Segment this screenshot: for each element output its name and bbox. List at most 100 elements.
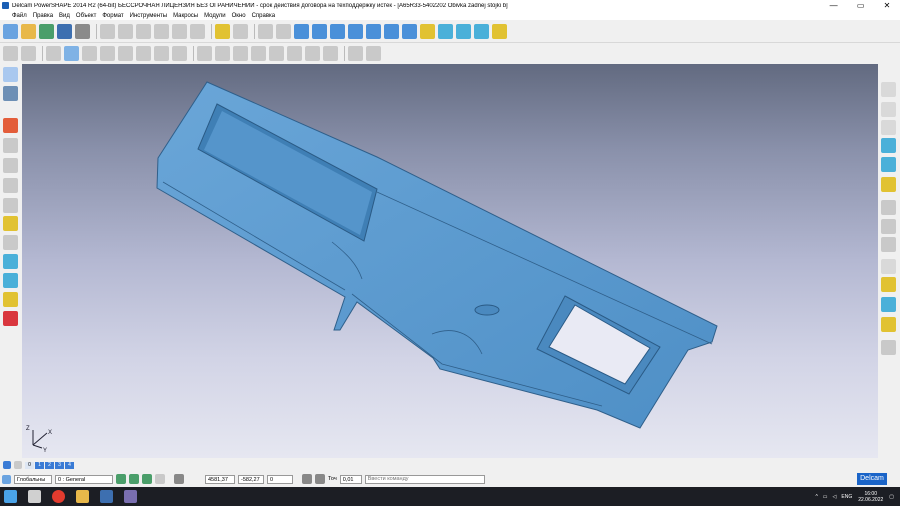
surface-tools-icon[interactable] xyxy=(3,198,18,213)
select-filter-icon[interactable] xyxy=(474,24,489,39)
cut-icon[interactable] xyxy=(100,24,115,39)
delete-icon[interactable] xyxy=(190,24,205,39)
app-task-icon[interactable] xyxy=(124,490,137,503)
warning-icon[interactable] xyxy=(3,118,18,133)
wireframe-tools-icon[interactable] xyxy=(3,178,18,193)
yandex-browser-icon[interactable] xyxy=(52,490,65,503)
menu-window[interactable]: Окно xyxy=(232,13,246,19)
levels-arrow-icon[interactable] xyxy=(14,461,22,469)
wireframe-icon[interactable] xyxy=(215,45,230,61)
maximize-button[interactable]: ▭ xyxy=(857,1,865,10)
levels-icon[interactable] xyxy=(3,461,11,469)
line-icon[interactable] xyxy=(3,138,18,153)
menu-modules[interactable]: Модули xyxy=(204,13,226,19)
measure-icon[interactable] xyxy=(438,24,453,39)
minimize-button[interactable]: — xyxy=(830,1,838,10)
offset-icon[interactable] xyxy=(348,24,363,39)
copy-icon[interactable] xyxy=(118,24,133,39)
menu-macros[interactable]: Макросы xyxy=(173,13,198,19)
open-icon[interactable] xyxy=(21,24,36,39)
powershape-task-icon[interactable] xyxy=(100,490,113,503)
filter-status-icon[interactable] xyxy=(142,474,152,484)
menu-tools[interactable]: Инструменты xyxy=(130,13,167,19)
analyse-icon[interactable] xyxy=(456,24,471,39)
select-arrow-icon[interactable] xyxy=(3,67,18,82)
tolerance-field[interactable]: 0,01 xyxy=(339,474,362,484)
feature-icon[interactable] xyxy=(3,254,18,269)
level-icon[interactable] xyxy=(3,86,18,101)
save-icon[interactable] xyxy=(57,24,72,39)
transform-icon[interactable] xyxy=(276,24,291,39)
shaded-cube-icon[interactable] xyxy=(881,138,896,153)
file-explorer-icon[interactable] xyxy=(76,490,89,503)
absolute-icon[interactable] xyxy=(302,474,312,484)
assembly-icon[interactable] xyxy=(3,292,18,307)
globe-icon[interactable] xyxy=(881,277,896,292)
glasses-icon[interactable] xyxy=(881,157,896,172)
level-3[interactable]: 3 xyxy=(55,461,64,469)
view-right-icon[interactable] xyxy=(82,45,97,61)
move-icon[interactable] xyxy=(294,24,309,39)
level-4[interactable]: 4 xyxy=(65,461,74,469)
workplane-select[interactable]: Глобальны xyxy=(14,474,52,484)
network-icon[interactable]: ▭ xyxy=(823,494,828,500)
menu-view[interactable]: Вид xyxy=(59,13,70,19)
view-bottom-icon[interactable] xyxy=(154,45,169,61)
view-iso-icon[interactable] xyxy=(100,45,115,61)
electrode-icon[interactable] xyxy=(3,273,18,288)
text-icon[interactable] xyxy=(402,24,417,39)
view-left-icon[interactable] xyxy=(136,45,151,61)
circle-icon[interactable] xyxy=(366,24,381,39)
snap-status-icon[interactable] xyxy=(116,474,126,484)
pan-icon[interactable] xyxy=(420,24,435,39)
snap-icon[interactable] xyxy=(366,45,381,61)
view-iso-box-icon[interactable] xyxy=(881,120,896,135)
view-box-icon[interactable] xyxy=(881,102,896,117)
grid-status-icon[interactable] xyxy=(174,474,184,484)
view-iso2-icon[interactable] xyxy=(172,45,187,61)
light-icon[interactable] xyxy=(881,297,896,312)
notifications-icon[interactable]: ▢ xyxy=(889,494,894,500)
view-cube-icon[interactable] xyxy=(881,82,896,97)
language-indicator[interactable]: ENG xyxy=(841,494,852,500)
menu-edit[interactable]: Правка xyxy=(33,13,53,19)
clock[interactable]: 16:00 22.06.2022 xyxy=(858,491,883,503)
graphics-viewport[interactable]: X Z Y xyxy=(22,64,878,458)
view-back-icon[interactable] xyxy=(118,45,133,61)
shade-icon[interactable] xyxy=(197,45,212,61)
zoom-icon[interactable] xyxy=(881,200,896,215)
view-front-icon[interactable] xyxy=(64,45,79,61)
wizard-icon[interactable] xyxy=(492,24,507,39)
grid-icon[interactable] xyxy=(348,45,363,61)
solid-tools-icon[interactable] xyxy=(3,216,18,231)
menu-file[interactable]: Файл xyxy=(12,13,27,19)
close-button[interactable]: ✕ xyxy=(884,1,891,10)
menu-format[interactable]: Формат xyxy=(102,13,123,19)
tolerance-icon[interactable] xyxy=(315,474,325,484)
level-2[interactable]: 2 xyxy=(45,461,54,469)
curvature-icon[interactable] xyxy=(269,45,284,61)
menu-help[interactable]: Справка xyxy=(252,13,276,19)
zoom-selection-icon[interactable] xyxy=(881,237,896,252)
zebra-icon[interactable] xyxy=(287,45,302,61)
transparency-icon[interactable] xyxy=(305,45,320,61)
level-1[interactable]: 1 xyxy=(35,461,44,469)
volume-icon[interactable]: ◁ xyxy=(833,494,837,500)
solid-icon[interactable] xyxy=(21,45,36,61)
texture-icon[interactable] xyxy=(881,340,896,355)
rotate-icon[interactable] xyxy=(312,24,327,39)
windows-start-icon[interactable] xyxy=(4,490,17,503)
level-0[interactable]: 0 xyxy=(25,461,34,469)
sphere-icon[interactable] xyxy=(881,259,896,274)
arc-icon[interactable] xyxy=(3,158,18,173)
edit-icon[interactable] xyxy=(172,24,187,39)
zoom-all-icon[interactable] xyxy=(881,177,896,192)
workplane-icon[interactable] xyxy=(3,45,18,61)
scale-icon[interactable] xyxy=(330,24,345,39)
menu-object[interactable]: Объект xyxy=(76,13,96,19)
import-icon[interactable] xyxy=(39,24,54,39)
shaded-wire-icon[interactable] xyxy=(233,45,248,61)
command-input[interactable] xyxy=(364,474,485,484)
draft-icon[interactable] xyxy=(251,45,266,61)
curve-icon[interactable] xyxy=(384,24,399,39)
